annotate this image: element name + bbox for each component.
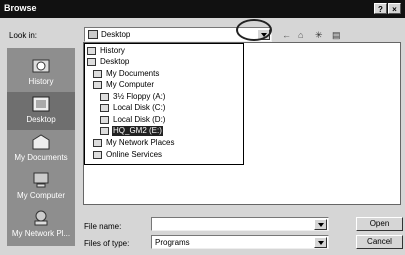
lookin-dropdown-list: History Desktop My Documents My Computer… xyxy=(84,43,244,165)
place-label: Desktop xyxy=(26,115,56,124)
network-icon xyxy=(34,210,48,226)
new-folder-icon[interactable]: ✳ xyxy=(315,30,323,41)
place-label: History xyxy=(28,77,54,86)
place-my-network[interactable]: My Network Pl... xyxy=(7,206,75,244)
disk-icon xyxy=(100,104,109,112)
folder-icon xyxy=(93,151,102,159)
computer-icon xyxy=(33,172,49,188)
place-my-computer[interactable]: My Computer xyxy=(7,168,75,206)
desktop-icon xyxy=(32,96,50,112)
desktop-icon xyxy=(87,58,96,66)
views-menu-icon[interactable]: ▤ xyxy=(332,30,341,41)
help-button[interactable]: ? xyxy=(374,3,387,14)
title-bar: Browse ? × xyxy=(0,0,405,18)
filename-input[interactable] xyxy=(151,217,329,231)
window-title: Browse xyxy=(4,3,37,13)
disk-icon xyxy=(100,116,109,124)
back-icon[interactable]: ← xyxy=(282,30,291,40)
up-folder-icon[interactable]: ⌂ xyxy=(298,30,303,40)
history-icon xyxy=(87,47,96,55)
place-desktop[interactable]: Desktop xyxy=(7,92,75,130)
place-label: My Network Pl... xyxy=(11,229,71,238)
documents-icon xyxy=(32,134,50,150)
floppy-icon xyxy=(100,93,109,101)
computer-icon xyxy=(93,81,102,89)
place-label: My Documents xyxy=(14,153,68,162)
lookin-label: Look in: xyxy=(9,31,38,40)
open-button[interactable]: Open xyxy=(356,217,403,231)
filetype-select[interactable]: Programs xyxy=(151,235,329,249)
filetype-value: Programs xyxy=(155,238,190,247)
place-my-documents[interactable]: My Documents xyxy=(7,130,75,168)
place-label: My Computer xyxy=(16,191,65,200)
browse-dialog: Browse ? × Look in: Desktop ← ⌂ ✳ ▤ Hist… xyxy=(0,0,405,255)
history-icon xyxy=(32,59,50,73)
desktop-icon xyxy=(88,30,98,39)
place-history[interactable]: History xyxy=(7,54,75,92)
cancel-button[interactable]: Cancel xyxy=(356,235,403,249)
places-bar: History Desktop My Documents My Computer… xyxy=(7,48,75,246)
close-button[interactable]: × xyxy=(388,3,401,14)
filetype-label: Files of type: xyxy=(84,239,130,248)
folder-icon xyxy=(93,70,102,78)
network-icon xyxy=(93,139,102,147)
filetype-dropdown-button[interactable] xyxy=(314,237,327,248)
cdrom-icon xyxy=(100,127,109,135)
lookin-value: Desktop xyxy=(101,30,131,39)
filename-label: File name: xyxy=(84,222,122,231)
filename-dropdown-button[interactable] xyxy=(314,219,327,230)
highlight-circle xyxy=(236,19,272,41)
